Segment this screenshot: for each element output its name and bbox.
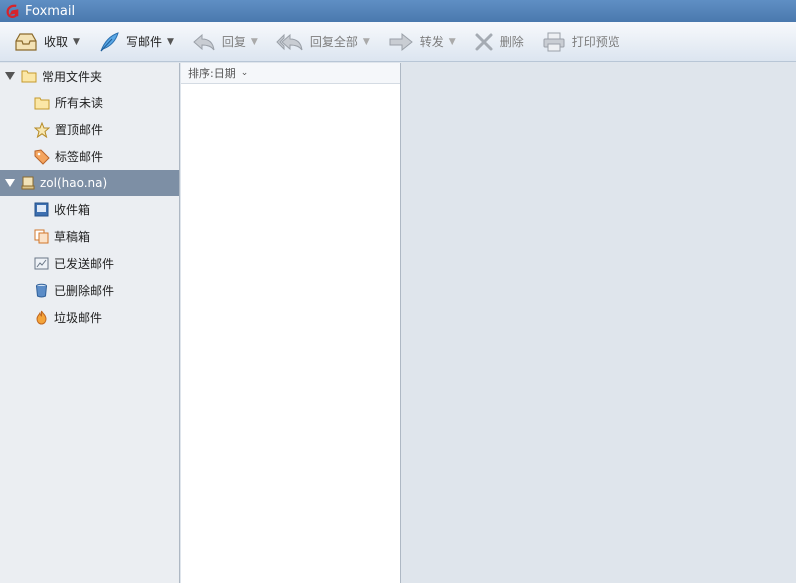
forward-arrow-icon (389, 32, 413, 51)
folder-pinned[interactable]: 置顶邮件 (0, 116, 179, 143)
delete-button[interactable]: 删除 (474, 27, 524, 57)
folder-label: 标签邮件 (55, 150, 104, 164)
junk-icon (36, 310, 47, 325)
main-toolbar: 收取 ▼ 写邮件 ▼ 回复 ▼ 回复全部 ▼ 转发 ▼ 删除 打印预览 (0, 22, 796, 62)
folder-drafts[interactable]: 草稿箱 (0, 223, 179, 250)
favorites-group-header[interactable]: 常用文件夹 (0, 63, 179, 89)
folder-label: 所有未读 (55, 96, 104, 110)
account-title: zol(hao.na) (40, 176, 108, 190)
account-icon (21, 176, 35, 190)
sort-label: 排序:日期 (188, 67, 236, 80)
reply-arrow-icon (193, 33, 215, 50)
trash-icon (36, 283, 47, 298)
delete-x-icon (475, 33, 493, 50)
expand-triangle-icon[interactable] (5, 72, 15, 80)
chevron-down-icon[interactable]: ⌄ (241, 68, 249, 78)
receive-button[interactable]: 收取 ▼ (14, 27, 80, 57)
folder-icon (21, 70, 37, 83)
chevron-down-icon[interactable]: ▼ (449, 37, 456, 47)
folder-all-unread[interactable]: 所有未读 (0, 89, 179, 116)
account-group-header[interactable]: zol(hao.na) (0, 170, 179, 196)
print-preview-label: 打印预览 (571, 35, 620, 49)
folder-label: 已删除邮件 (54, 284, 115, 298)
expand-triangle-icon[interactable] (5, 179, 15, 187)
foxmail-logo-icon (6, 4, 19, 18)
folder-sent[interactable]: 已发送邮件 (0, 250, 179, 277)
sent-icon (34, 257, 49, 270)
folder-label: 草稿箱 (54, 230, 91, 244)
favorites-title: 常用文件夹 (42, 69, 103, 84)
reply-button[interactable]: 回复 ▼ (192, 27, 258, 57)
folder-tagged[interactable]: 标签邮件 (0, 143, 179, 170)
print-preview-button[interactable]: 打印预览 (542, 27, 620, 57)
window-title: Foxmail (25, 3, 76, 19)
reply-all-label: 回复全部 (309, 35, 358, 49)
reply-all-arrow-icon (276, 33, 303, 50)
printer-icon (543, 32, 565, 51)
reply-all-button[interactable]: 回复全部 ▼ (276, 27, 370, 57)
folder-sidebar: 常用文件夹 所有未读 置顶邮件 标签邮件 zol(hao.na) 收件箱 草稿箱… (0, 63, 180, 583)
chevron-down-icon[interactable]: ▼ (363, 37, 370, 47)
star-icon (34, 121, 50, 138)
drafts-icon (34, 229, 49, 244)
forward-label: 转发 (419, 35, 444, 49)
folder-label: 收件箱 (54, 203, 91, 217)
chevron-down-icon[interactable]: ▼ (167, 37, 174, 47)
tag-icon (34, 148, 50, 165)
feather-pen-icon (100, 31, 119, 51)
inbox-icon (34, 202, 49, 217)
folder-label: 垃圾邮件 (54, 311, 103, 325)
folder-label: 置顶邮件 (55, 123, 104, 137)
compose-label: 写邮件 (125, 35, 162, 49)
chevron-down-icon[interactable]: ▼ (251, 37, 258, 47)
receive-label: 收取 (44, 35, 69, 49)
sort-selector[interactable]: 排序:日期 ⌄ (181, 63, 400, 84)
folder-junk[interactable]: 垃圾邮件 (0, 304, 179, 331)
folder-deleted[interactable]: 已删除邮件 (0, 277, 179, 304)
folder-icon (34, 97, 50, 109)
forward-button[interactable]: 转发 ▼ (388, 27, 456, 57)
reply-label: 回复 (221, 35, 246, 49)
title-bar: Foxmail (0, 0, 796, 22)
compose-button[interactable]: 写邮件 ▼ (98, 27, 174, 57)
folder-inbox[interactable]: 收件箱 (0, 196, 179, 223)
preview-pane (402, 63, 796, 583)
delete-label: 删除 (499, 35, 524, 49)
inbox-tray-icon (15, 32, 37, 51)
folder-label: 已发送邮件 (54, 257, 115, 271)
chevron-down-icon[interactable]: ▼ (73, 37, 80, 47)
message-list[interactable]: 排序:日期 ⌄ (181, 63, 401, 583)
